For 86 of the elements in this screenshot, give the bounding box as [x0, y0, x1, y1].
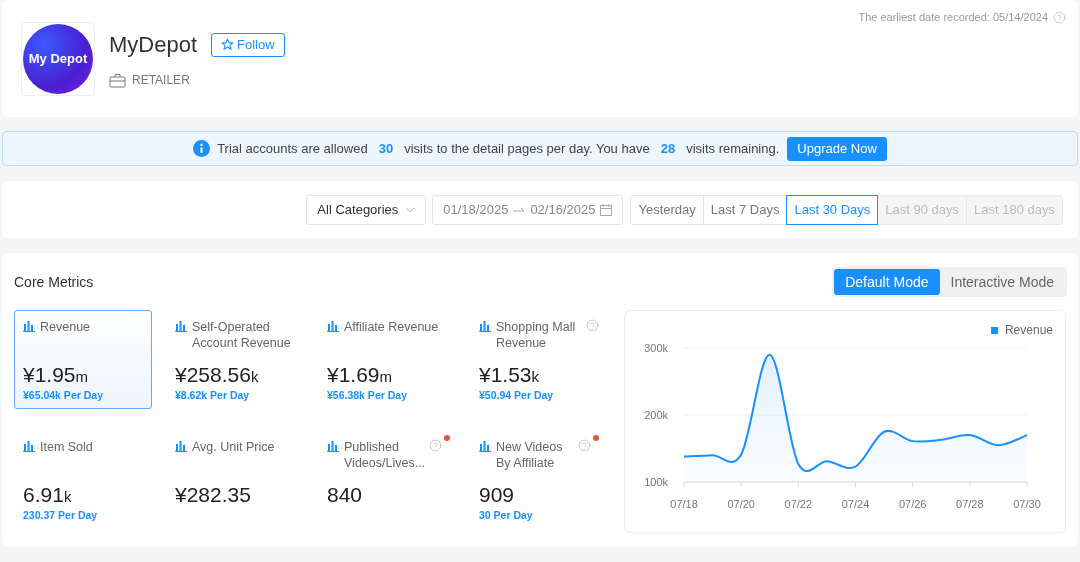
- y-tick-label: 200k: [644, 409, 668, 421]
- bar-chart-icon: [23, 440, 35, 452]
- banner-text: visits remaining.: [686, 139, 780, 158]
- end-date: 02/16/2025: [530, 200, 596, 219]
- bar-chart-icon: [175, 440, 187, 452]
- banner-text: Trial accounts are allowed: [217, 139, 368, 158]
- help-icon: [578, 438, 591, 452]
- metric-value: 6.91: [23, 481, 64, 508]
- legend-label: Revenue: [1004, 322, 1053, 339]
- x-tick-label: 07/18: [670, 498, 698, 510]
- metric-card[interactable]: Shopping Mall Revenue ¥1.53k ¥50.94 Per Day: [470, 310, 608, 409]
- star-icon: [221, 38, 235, 51]
- metric-card[interactable]: Published Videos/Lives... 840: [318, 429, 456, 529]
- banner-text: visits to the detail pages per day. You have: [404, 139, 650, 158]
- metric-card[interactable]: Revenue ¥1.95m ¥65.04k Per Day: [14, 310, 152, 409]
- per-day-value: 30 Per Day: [479, 507, 533, 523]
- store-type: RETAILER: [132, 72, 190, 89]
- date-range-tab[interactable]: Last 7 Days: [702, 194, 788, 225]
- metric-card[interactable]: Self-Operated Account Revenue ¥258.56k ¥8.62k Per Day: [166, 310, 304, 409]
- date-range-tab[interactable]: Yesterday: [630, 194, 704, 225]
- metric-unit: m: [75, 367, 89, 387]
- metric-value: ¥1.53: [479, 362, 532, 388]
- per-day-value: 230.37 Per Day: [23, 507, 98, 523]
- bar-chart-icon: [23, 321, 35, 332]
- visit-count: 30: [378, 139, 394, 158]
- store-name: MyDepot: [109, 31, 198, 59]
- metric-unit: k: [63, 486, 72, 507]
- legend-swatch: [990, 326, 998, 334]
- per-day-value: ¥65.04k Per Day: [23, 388, 103, 403]
- per-day-value: ¥8.62k Per Day: [175, 388, 250, 403]
- date-range-field[interactable]: 01/18/2025 02/16/2025: [432, 194, 624, 225]
- visit-count: 28: [660, 139, 676, 158]
- metric-unit: m: [379, 367, 393, 387]
- x-tick-label: 07/28: [956, 498, 984, 510]
- metric-label: Avg. Unit Price: [192, 438, 275, 455]
- metric-value: 840: [327, 481, 363, 508]
- metric-value: ¥282.35: [175, 481, 251, 508]
- follow-button[interactable]: Follow: [211, 32, 285, 57]
- briefcase-icon: [109, 72, 126, 88]
- x-tick-label: 07/20: [727, 498, 755, 510]
- metric-label: Revenue: [40, 319, 91, 335]
- date-range-tab[interactable]: Last 30 Days: [786, 194, 879, 225]
- store-logo: My Depot: [23, 23, 93, 94]
- metric-label: Item Sold: [40, 438, 93, 455]
- info-icon: [193, 140, 211, 157]
- bar-chart-icon: [175, 321, 187, 332]
- metric-card[interactable]: Affiliate Revenue ¥1.69m ¥56.38k Per Day: [318, 310, 456, 409]
- metric-unit: k: [531, 367, 540, 387]
- chevron-down-icon: [405, 206, 416, 213]
- per-day-value: ¥56.38k Per Day: [327, 388, 407, 403]
- metric-label: Published Videos/Lives...: [344, 438, 426, 471]
- metric-value: ¥258.56: [175, 362, 251, 388]
- metric-label: Shopping Mall Revenue: [496, 319, 577, 351]
- earliest-date-note: The earliest date recorded: 05/14/2024: [858, 10, 1048, 25]
- bar-chart-icon: [479, 440, 491, 452]
- per-day-value: ¥50.94 Per Day: [479, 388, 554, 403]
- x-tick-label: 07/26: [898, 498, 927, 510]
- x-tick-label: 07/24: [841, 498, 870, 510]
- help-icon: [586, 319, 599, 332]
- metric-value: ¥1.95: [23, 362, 76, 388]
- start-date: 01/18/2025: [443, 200, 509, 219]
- mode-tab[interactable]: Default Mode: [834, 269, 940, 295]
- arrow-right-icon: [513, 206, 526, 213]
- metric-value: ¥1.69: [327, 362, 380, 388]
- x-tick-label: 07/22: [784, 498, 813, 510]
- metric-card[interactable]: Avg. Unit Price ¥282.35: [166, 429, 304, 529]
- bar-chart-icon: [327, 321, 339, 332]
- metric-value: 909: [479, 481, 515, 508]
- mode-tab[interactable]: Interactive Mode: [939, 269, 1065, 295]
- metric-label: Affiliate Revenue: [344, 319, 439, 335]
- metric-label: New Videos By Affiliate: [496, 438, 564, 471]
- metric-card[interactable]: Item Sold 6.91k 230.37 Per Day: [14, 429, 152, 529]
- y-tick-label: 100k: [644, 476, 668, 488]
- metric-card[interactable]: New Videos By Affiliate 909 30 Per Day: [470, 429, 608, 529]
- help-icon: [1053, 10, 1066, 24]
- x-tick-label: 07/30: [1013, 498, 1041, 510]
- upgrade-button[interactable]: Upgrade Now: [787, 136, 887, 161]
- bar-chart-icon: [479, 321, 491, 332]
- y-tick-label: 300k: [644, 342, 668, 354]
- metric-label: Self-Operated Account Revenue: [192, 319, 291, 351]
- bar-chart-icon: [327, 440, 339, 452]
- help-icon: [429, 438, 443, 452]
- section-title: Core Metrics: [14, 272, 94, 292]
- calendar-icon: [600, 203, 613, 216]
- category-dropdown[interactable]: All Categories: [306, 194, 427, 225]
- metric-unit: k: [250, 367, 259, 387]
